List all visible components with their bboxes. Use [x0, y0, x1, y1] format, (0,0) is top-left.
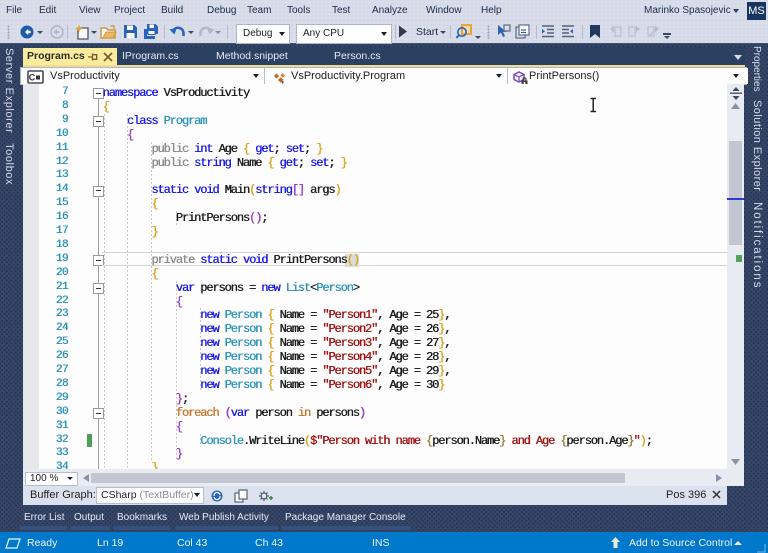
svg-text:C: C — [29, 72, 36, 82]
